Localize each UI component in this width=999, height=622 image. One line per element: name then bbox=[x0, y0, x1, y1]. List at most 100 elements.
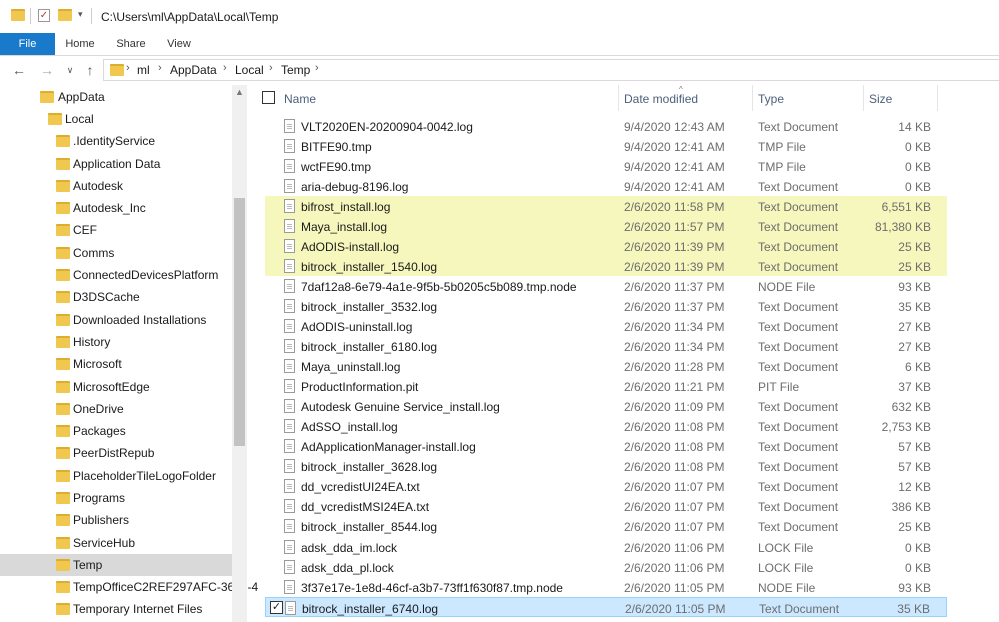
folder-icon bbox=[11, 9, 25, 21]
breadcrumb-temp[interactable]: Temp bbox=[281, 63, 310, 77]
nav-scrollbar[interactable]: ▲ bbox=[232, 85, 247, 622]
file-name: bitrock_installer_1540.log bbox=[301, 260, 438, 274]
file-row-highlighted[interactable]: AdODIS-install.log 2/6/2020 11:39 PM Text … bbox=[265, 236, 947, 256]
customize-qat-icon[interactable]: ▾ bbox=[78, 9, 83, 20]
file-name: Autodesk Genuine Service_install.log bbox=[301, 400, 500, 414]
tab-share[interactable]: Share bbox=[107, 33, 155, 55]
breadcrumb-appdata[interactable]: AppData bbox=[170, 63, 217, 77]
column-header-type[interactable]: Type bbox=[758, 92, 784, 106]
file-row[interactable]: AdApplicationManager-install.log 2/6/2020… bbox=[265, 436, 947, 456]
file-size: 57 KB bbox=[898, 440, 931, 454]
nav-item-label: Publishers bbox=[73, 513, 130, 527]
row-checkbox-checked[interactable]: ✓ bbox=[270, 601, 283, 614]
tab-view[interactable]: View bbox=[157, 33, 201, 55]
chevron-right-icon[interactable]: › bbox=[126, 62, 130, 74]
nav-item-label: AppData bbox=[58, 90, 105, 104]
address-field[interactable]: › ml › AppData › Local › Temp › bbox=[103, 59, 999, 81]
nav-item-identityservice[interactable]: .IdentityService bbox=[0, 130, 232, 152]
properties-icon[interactable]: ✓ bbox=[38, 9, 50, 22]
nav-item-servicehub[interactable]: ServiceHub bbox=[0, 532, 232, 554]
nav-item-cef[interactable]: CEF bbox=[0, 219, 232, 241]
nav-item-connecteddevicesplatform[interactable]: ConnectedDevicesPlatform bbox=[0, 264, 232, 286]
nav-scrollbar-thumb[interactable] bbox=[234, 198, 245, 446]
nav-item-temporary-internet-files[interactable]: Temporary Internet Files bbox=[0, 598, 232, 620]
column-divider[interactable] bbox=[618, 85, 619, 111]
folder-icon bbox=[56, 135, 70, 147]
nav-item-comms[interactable]: Comms bbox=[0, 242, 232, 264]
breadcrumb-local[interactable]: Local bbox=[235, 63, 264, 77]
tab-home[interactable]: Home bbox=[57, 33, 103, 55]
file-row[interactable]: bitrock_installer_8544.log 2/6/2020 11:07… bbox=[265, 516, 947, 536]
new-folder-icon[interactable] bbox=[58, 9, 72, 21]
scroll-up-icon[interactable]: ▲ bbox=[235, 87, 244, 97]
file-type: Text Document bbox=[758, 440, 839, 454]
chevron-right-icon[interactable]: › bbox=[315, 62, 319, 74]
nav-item-history[interactable]: History bbox=[0, 331, 232, 353]
file-row[interactable]: bitrock_installer_6180.log 2/6/2020 11:34… bbox=[265, 336, 947, 356]
nav-item-autodesk[interactable]: Autodesk bbox=[0, 175, 232, 197]
forward-arrow-icon[interactable]: → bbox=[37, 60, 57, 80]
file-row[interactable]: wctFE90.tmp 9/4/2020 12:41 AM TMP File 0 KB bbox=[265, 156, 947, 176]
file-row[interactable]: AdODIS-uninstall.log 2/6/2020 11:34 PM Tex… bbox=[265, 316, 947, 336]
tab-file[interactable]: File bbox=[0, 33, 55, 55]
breadcrumb-ml[interactable]: ml bbox=[137, 63, 150, 77]
file-row[interactable]: VLT2020EN-20200904-0042.log 9/4/2020 12:4… bbox=[265, 116, 947, 136]
nav-item-tempofficec2r[interactable]: TempOfficeC2REF297AFC-3658-4 bbox=[0, 576, 258, 598]
nav-item-placeholdertilelogofolder[interactable]: PlaceholderTileLogoFolder bbox=[0, 465, 232, 487]
column-header-date[interactable]: Date modified bbox=[624, 92, 698, 106]
nav-item-appdata[interactable]: AppData bbox=[0, 86, 232, 108]
nav-item-application-data[interactable]: Application Data bbox=[0, 153, 232, 175]
column-divider[interactable] bbox=[752, 85, 753, 111]
nav-item-autodesk-inc[interactable]: Autodesk_Inc bbox=[0, 197, 232, 219]
text-file-icon bbox=[284, 399, 295, 413]
folder-icon bbox=[56, 180, 70, 192]
file-row[interactable]: AdSSO_install.log 2/6/2020 11:08 PM Text D… bbox=[265, 416, 947, 436]
nav-item-packages[interactable]: Packages bbox=[0, 420, 232, 442]
file-type: Text Document bbox=[759, 602, 840, 616]
file-row[interactable]: bitrock_installer_3628.log 2/6/2020 11:08… bbox=[265, 456, 947, 476]
chevron-right-icon[interactable]: › bbox=[223, 62, 227, 74]
chevron-right-icon[interactable]: › bbox=[158, 62, 162, 74]
folder-icon bbox=[48, 113, 62, 125]
file-row[interactable]: Maya_uninstall.log 2/6/2020 11:28 PM Text … bbox=[265, 356, 947, 376]
nav-item-downloaded-installations[interactable]: Downloaded Installations bbox=[0, 309, 232, 331]
file-row[interactable]: bitrock_installer_3532.log 2/6/2020 11:37… bbox=[265, 296, 947, 316]
file-name: aria-debug-8196.log bbox=[301, 180, 409, 194]
up-arrow-icon[interactable]: ↑ bbox=[80, 60, 100, 80]
nav-item-publishers[interactable]: Publishers bbox=[0, 509, 232, 531]
file-row[interactable]: aria-debug-8196.log 9/4/2020 12:41 AM Text… bbox=[265, 176, 947, 196]
nav-item-d3dscache[interactable]: D3DSCache bbox=[0, 286, 232, 308]
file-row[interactable]: BITFE90.tmp 9/4/2020 12:41 AM TMP File 0 KB bbox=[265, 136, 947, 156]
select-all-checkbox[interactable] bbox=[262, 91, 275, 104]
file-row[interactable]: 3f37e17e-1e8d-46cf-a3b7-73ff1f630f87.tmp… bbox=[265, 577, 947, 597]
file-row[interactable]: Autodesk Genuine Service_install.log 2/6/… bbox=[265, 396, 947, 416]
nav-item-microsoft[interactable]: Microsoft bbox=[0, 353, 232, 375]
text-file-icon bbox=[284, 259, 295, 273]
column-divider[interactable] bbox=[863, 85, 864, 111]
file-row-highlighted[interactable]: Maya_install.log 2/6/2020 11:57 PM Text Do… bbox=[265, 216, 947, 236]
recent-locations-icon[interactable]: ∨ bbox=[60, 60, 80, 80]
column-header-size[interactable]: Size bbox=[869, 92, 892, 106]
file-row[interactable]: 7daf12a8-6e79-4a1e-9f5b-5b0205c5b089.tmp… bbox=[265, 276, 947, 296]
column-divider[interactable] bbox=[937, 85, 938, 111]
file-type: Text Document bbox=[758, 520, 839, 534]
file-row[interactable]: adsk_dda_im.lock 2/6/2020 11:06 PM LOCK Fi… bbox=[265, 537, 947, 557]
file-size: 35 KB bbox=[897, 602, 930, 616]
back-arrow-icon[interactable]: ← bbox=[9, 60, 29, 80]
file-row[interactable]: ProductInformation.pit 2/6/2020 11:21 PM P… bbox=[265, 376, 947, 396]
nav-item-onedrive[interactable]: OneDrive bbox=[0, 398, 232, 420]
column-header-name[interactable]: Name bbox=[284, 92, 316, 106]
file-row-selected[interactable]: ✓ bitrock_installer_6740.log 2/6/2020 11:0… bbox=[265, 597, 947, 617]
file-size: 12 KB bbox=[898, 480, 931, 494]
nav-item-microsoftedge[interactable]: MicrosoftEdge bbox=[0, 376, 232, 398]
file-row-highlighted[interactable]: bitrock_installer_1540.log 2/6/2020 11:39… bbox=[265, 256, 947, 276]
file-row-highlighted[interactable]: bifrost_install.log 2/6/2020 11:58 PM Text… bbox=[265, 196, 947, 216]
chevron-right-icon[interactable]: › bbox=[269, 62, 273, 74]
file-row[interactable]: adsk_dda_pl.lock 2/6/2020 11:06 PM LOCK Fi… bbox=[265, 557, 947, 577]
file-row[interactable]: dd_vcredistUI24EA.txt 2/6/2020 11:07 PM Te… bbox=[265, 476, 947, 496]
nav-item-programs[interactable]: Programs bbox=[0, 487, 232, 509]
nav-item-local[interactable]: Local bbox=[0, 108, 232, 130]
file-row[interactable]: dd_vcredistMSI24EA.txt 2/6/2020 11:07 PM T… bbox=[265, 496, 947, 516]
nav-item-temp[interactable]: Temp bbox=[0, 554, 232, 576]
nav-item-peerdistrepub[interactable]: PeerDistRepub bbox=[0, 442, 232, 464]
